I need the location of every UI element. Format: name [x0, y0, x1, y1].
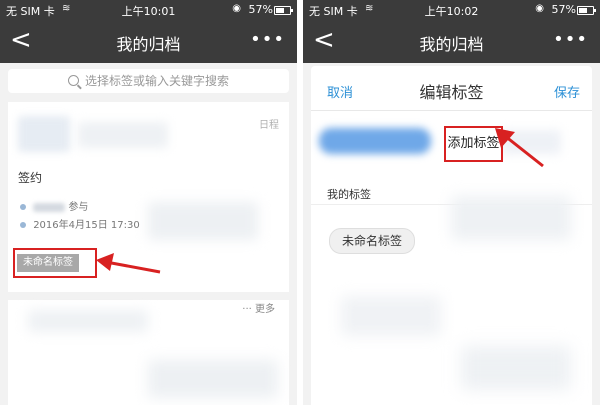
- clock-icon: [20, 222, 26, 228]
- participants-suffix: 参与: [68, 202, 89, 213]
- navigation-bar: < 我的归档 •••: [0, 20, 297, 63]
- red-arrow: [96, 253, 161, 274]
- battery-percent: 57%: [248, 3, 273, 16]
- edit-tags-sheet: 取消 编辑标签 保存 添加标签 我的标签 未命名标签: [311, 66, 592, 405]
- blurred-content: [341, 296, 441, 336]
- blurred-content: [148, 360, 278, 398]
- tag-chip[interactable]: 未命名标签: [329, 228, 416, 254]
- blurred-tag-input: [319, 128, 431, 154]
- participants-row: 参与: [20, 198, 88, 213]
- sheet-title: 编辑标签: [419, 83, 484, 102]
- record-category: 日程: [259, 120, 279, 131]
- header-divider: [311, 110, 592, 111]
- blurred-content: [451, 196, 571, 240]
- battery-icon: [577, 6, 596, 15]
- person-icon: [20, 204, 26, 210]
- save-button[interactable]: 保存: [554, 82, 580, 101]
- search-placeholder: 选择标签或输入关键字搜索: [84, 74, 229, 88]
- search-icon: [67, 75, 79, 86]
- left-phone-screen: 无 SIM 卡 ≋ 上午10:01 ◉ 57% < 我的归档 ••• 选择标签或…: [0, 0, 297, 405]
- rotation-lock-icon: ◉: [232, 3, 241, 14]
- navigation-bar: < 我的归档 •••: [303, 20, 600, 63]
- battery-icon: [274, 6, 293, 15]
- blurred-content: [78, 122, 168, 148]
- blurred-content: [148, 202, 258, 240]
- battery-percent: 57%: [551, 3, 576, 16]
- status-bar: 无 SIM 卡 ≋ 上午10:02 ◉ 57%: [303, 0, 600, 20]
- record-name: 签约: [18, 171, 43, 185]
- datetime-row: 2016年4月15日 17:30: [20, 216, 140, 231]
- more-menu-button[interactable]: •••: [250, 29, 285, 50]
- blurred-content: [28, 310, 148, 332]
- record-datetime: 2016年4月15日 17:30: [33, 220, 140, 231]
- tag-highlight-box: [13, 248, 97, 278]
- more-menu-button[interactable]: •••: [553, 29, 588, 50]
- my-tags-label: 我的标签: [327, 188, 371, 201]
- status-bar: 无 SIM 卡 ≋ 上午10:01 ◉ 57%: [0, 0, 297, 20]
- search-bar[interactable]: 选择标签或输入关键字搜索: [8, 69, 289, 93]
- more-link[interactable]: ··· 更多: [242, 300, 275, 315]
- right-phone-screen: 无 SIM 卡 ≋ 上午10:02 ◉ 57% < 我的归档 ••• 取消 编辑…: [303, 0, 600, 405]
- rotation-lock-icon: ◉: [535, 3, 544, 14]
- avatar: [18, 116, 70, 152]
- blurred-content: [461, 346, 571, 390]
- blurred-participant: [33, 202, 66, 212]
- archive-record-card-2[interactable]: ··· 更多: [8, 300, 289, 405]
- red-arrow: [495, 128, 544, 168]
